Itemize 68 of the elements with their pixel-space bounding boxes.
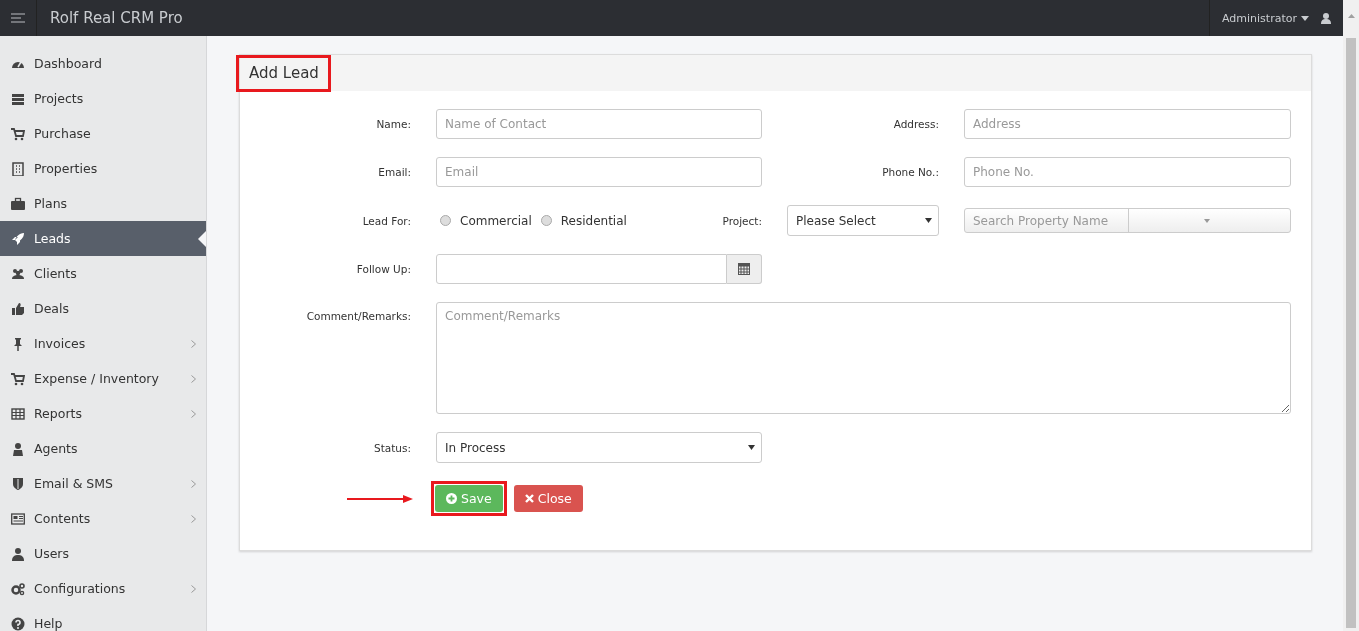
close-icon	[524, 494, 534, 503]
sidebar-item[interactable]: Reports	[0, 396, 206, 431]
radio-label: Commercial	[460, 213, 532, 228]
menu-icon	[11, 13, 25, 23]
shield-icon	[11, 476, 25, 491]
table-icon	[11, 406, 25, 421]
app-title: Rolf Real CRM Pro	[50, 9, 183, 27]
sidebar-item[interactable]: Properties	[0, 151, 206, 186]
calendar-icon	[737, 263, 750, 275]
cart-icon	[11, 126, 25, 141]
sidebar-item[interactable]: Dashboard	[0, 46, 206, 81]
field-label: Phone No.:	[881, 166, 939, 178]
sidebar-item[interactable]: Clients	[0, 256, 206, 291]
briefcase-icon	[11, 196, 25, 211]
caret-icon	[1203, 218, 1210, 223]
sidebar-item[interactable]: Agents	[0, 431, 206, 466]
radio-label: Residential	[560, 213, 627, 228]
sidebar-item[interactable]: Plans	[0, 186, 206, 221]
thumbs-up-icon	[11, 301, 25, 316]
user-icon	[11, 546, 25, 561]
server-icon	[11, 91, 25, 106]
sidebar-item[interactable]: Email & SMS	[0, 466, 206, 501]
agent-icon	[11, 441, 25, 456]
field-label: Email:	[377, 166, 411, 178]
field-label: Address:	[892, 118, 939, 130]
rocket-icon	[11, 231, 25, 246]
cart-icon	[11, 371, 25, 386]
status-select[interactable]: In Process	[436, 432, 762, 463]
sidebar-item[interactable]: Help	[0, 606, 206, 631]
radio-button[interactable]	[540, 215, 552, 226]
field-label: Name:	[375, 118, 411, 130]
field-label: Status:	[373, 441, 411, 454]
close-button[interactable]: Close	[513, 485, 583, 512]
sidebar-item[interactable]: Contents	[0, 501, 206, 536]
sidebar-item[interactable]: Leads	[0, 221, 206, 256]
field-label: Project:	[722, 214, 762, 227]
calendar-button[interactable]	[726, 254, 762, 284]
email-field[interactable]: Email	[436, 157, 762, 187]
annotation-arrow	[347, 494, 413, 503]
phone-field[interactable]: Phone No.	[964, 157, 1291, 187]
scroll-up-icon[interactable]	[1347, 14, 1355, 18]
sidebar-item[interactable]: Configurations	[0, 571, 206, 606]
date-field[interactable]	[436, 254, 727, 284]
sidebar-item[interactable]: Projects	[0, 81, 206, 116]
field-label: Lead For:	[361, 214, 411, 227]
sidebar-item[interactable]: Users	[0, 536, 206, 571]
plus-circle-icon	[446, 493, 457, 504]
project-select[interactable]: Please Select	[787, 205, 939, 236]
scrollbar-thumb[interactable]	[1346, 38, 1356, 628]
user-icon	[1321, 12, 1331, 24]
field-label: Follow Up:	[355, 263, 411, 275]
sidebar-item[interactable]: Deals	[0, 291, 206, 326]
users-icon	[11, 266, 25, 281]
sidebar-item[interactable]: Invoices	[0, 326, 206, 361]
comments-field[interactable]: Comment/Remarks	[436, 302, 1291, 414]
caret-icon	[1301, 15, 1309, 21]
sidebar-item[interactable]: Expense / Inventory	[0, 361, 206, 396]
building-icon	[11, 161, 25, 176]
address-field[interactable]: Address	[964, 109, 1291, 139]
form-title: Add Lead	[249, 64, 319, 82]
newspaper-icon	[11, 511, 25, 526]
field-label: Comment/Remarks:	[305, 309, 411, 322]
radio-button[interactable]	[440, 215, 451, 226]
caret-icon	[748, 445, 755, 450]
caret-icon	[925, 218, 932, 223]
gears-icon	[11, 581, 25, 596]
sidebar-item[interactable]: Purchase	[0, 116, 206, 151]
name-field[interactable]: Name of Contact	[436, 109, 762, 139]
